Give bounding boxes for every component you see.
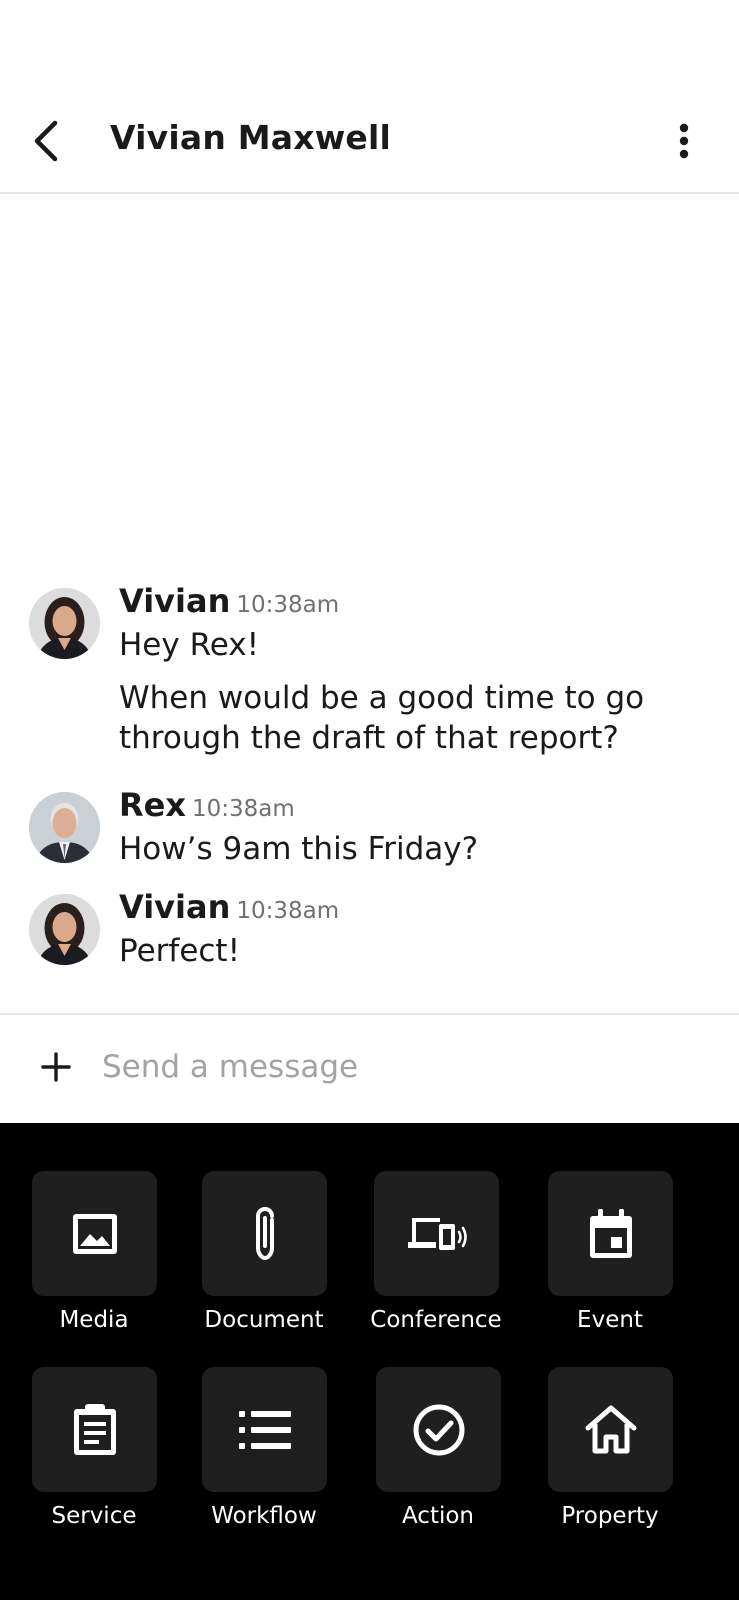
add-attachment-button[interactable] — [34, 1045, 78, 1089]
vivian-avatar — [29, 588, 100, 659]
message-sender: Vivian — [119, 582, 231, 620]
vivian-avatar — [29, 894, 100, 965]
attachment-workflow-button[interactable]: Workflow — [176, 1367, 352, 1537]
more-options-button[interactable] — [660, 116, 708, 166]
plus-icon — [41, 1052, 71, 1082]
tile-label: Workflow — [211, 1503, 317, 1529]
attachment-event-button[interactable]: Event — [522, 1171, 698, 1341]
avatar[interactable] — [29, 792, 100, 863]
message-list[interactable]: Vivian 10:38am Hey Rex! When would be a g… — [0, 194, 739, 1014]
attachment-action-button[interactable]: Action — [350, 1367, 526, 1537]
check-circle-icon — [413, 1404, 464, 1455]
chat-header: Vivian Maxwell — [0, 0, 739, 194]
message-sender: Rex — [119, 786, 186, 824]
tile-label: Action — [401, 1503, 475, 1529]
chevron-left-icon — [34, 120, 58, 162]
rex-avatar — [29, 792, 100, 863]
message-text: How’s 9am this Friday? — [119, 831, 479, 867]
avatar[interactable] — [29, 588, 100, 659]
attachment-service-button[interactable]: Service — [6, 1367, 182, 1537]
tile-label: Document — [204, 1307, 324, 1333]
attachment-tray: Media Document Conference Event Service … — [0, 1123, 739, 1600]
clipboard-icon — [73, 1403, 116, 1455]
attachment-media-button[interactable]: Media — [6, 1171, 182, 1341]
attachment-property-button[interactable]: Property — [522, 1367, 698, 1537]
message-text: Hey Rex! — [119, 627, 260, 663]
tile-label: Media — [59, 1307, 129, 1333]
message-text: Perfect! — [119, 933, 241, 969]
more-vertical-icon — [679, 123, 689, 159]
message-sender: Vivian — [119, 888, 231, 926]
tile-label: Property — [561, 1503, 659, 1529]
attachment-conference-button[interactable]: Conference — [348, 1171, 524, 1341]
avatar[interactable] — [29, 894, 100, 965]
message-timestamp: 10:38am — [191, 796, 295, 822]
tile-label: Conference — [370, 1307, 502, 1333]
list-icon — [238, 1410, 291, 1449]
message-input[interactable] — [102, 1039, 702, 1095]
page-title: Vivian Maxwell — [110, 118, 392, 157]
calendar-icon — [589, 1208, 632, 1258]
back-button[interactable] — [22, 114, 70, 168]
tile-label: Event — [577, 1307, 643, 1333]
image-icon — [72, 1213, 117, 1254]
paperclip-icon — [255, 1206, 274, 1260]
home-icon — [585, 1405, 636, 1453]
message-timestamp: 10:38am — [236, 898, 340, 924]
tile-label: Service — [51, 1503, 137, 1529]
devices-icon — [407, 1217, 467, 1250]
attachment-document-button[interactable]: Document — [176, 1171, 352, 1341]
message-timestamp: 10:38am — [236, 592, 340, 618]
message-composer — [0, 1013, 739, 1123]
message-text: When would be a good time to go through … — [119, 680, 645, 756]
